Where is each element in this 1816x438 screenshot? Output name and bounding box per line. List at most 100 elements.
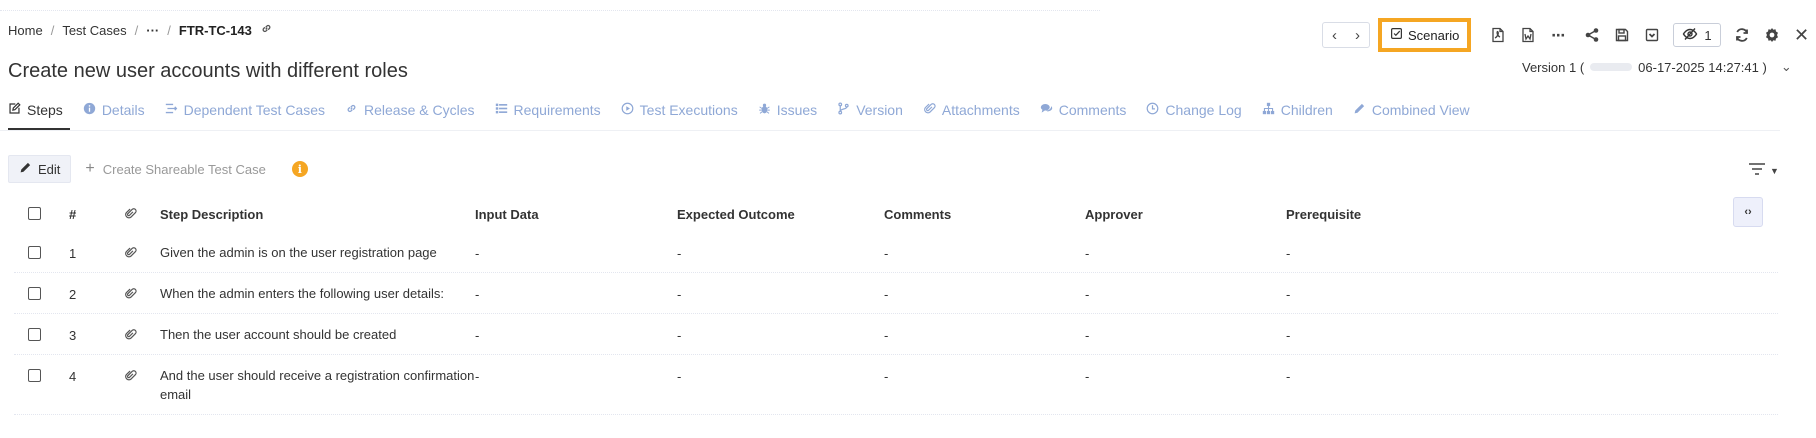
breadcrumb-separator: / bbox=[167, 22, 171, 38]
tab-requirements[interactable]: Requirements bbox=[495, 102, 601, 118]
table-row[interactable]: 1 Given the admin is on the user registr… bbox=[14, 232, 1778, 273]
page-title: Create new user accounts with different … bbox=[8, 60, 408, 82]
tab-change-log[interactable]: Change Log bbox=[1146, 102, 1242, 118]
input-data-cell: - bbox=[475, 246, 480, 261]
approver-cell: - bbox=[1085, 369, 1090, 384]
chevron-down-icon[interactable]: ⌄ bbox=[1781, 59, 1792, 75]
approver-cell: - bbox=[1085, 246, 1090, 261]
plus-icon: + bbox=[85, 160, 95, 177]
comments-icon bbox=[1040, 102, 1053, 118]
watchers-button[interactable]: 1 bbox=[1673, 23, 1721, 47]
step-number: 2 bbox=[69, 287, 77, 302]
column-header-number: # bbox=[69, 207, 77, 222]
column-filter-button[interactable]: ▼ bbox=[1748, 162, 1779, 179]
info-icon[interactable]: i bbox=[291, 161, 308, 177]
step-description: When the admin enters the following user… bbox=[160, 286, 444, 301]
row-checkbox[interactable] bbox=[28, 246, 50, 262]
tab-label: Combined View bbox=[1371, 102, 1470, 118]
share-icon[interactable] bbox=[1577, 22, 1607, 48]
tab-dependent-test-cases[interactable]: Dependent Test Cases bbox=[165, 102, 325, 118]
next-record-button[interactable]: › bbox=[1346, 23, 1369, 47]
tab-label: Dependent Test Cases bbox=[183, 102, 325, 118]
table-row[interactable]: 2 When the admin enters the following us… bbox=[14, 273, 1778, 314]
tab-details[interactable]: Details bbox=[83, 102, 145, 118]
edit-button[interactable]: Edit bbox=[8, 155, 72, 183]
column-header-input-data: Input Data bbox=[475, 207, 539, 222]
paperclip-icon[interactable] bbox=[107, 369, 160, 385]
column-header-expected-outcome: Expected Outcome bbox=[677, 207, 795, 222]
table-header-row: # Step Description Input Data Expected O… bbox=[14, 197, 1778, 232]
tab-comments[interactable]: Comments bbox=[1040, 102, 1127, 118]
pdf-export-icon[interactable] bbox=[1483, 22, 1513, 48]
tab-label: Version bbox=[856, 102, 903, 118]
table-row[interactable]: 4 And the user should receive a registra… bbox=[14, 355, 1778, 415]
pencil-icon bbox=[19, 161, 32, 177]
version-info[interactable]: Version 1 ( 06-17-2025 14:27:41 ) ⌄ bbox=[1522, 59, 1792, 75]
tab-label: Children bbox=[1280, 102, 1333, 118]
tab-version[interactable]: Version bbox=[837, 102, 903, 118]
tab-label: Test Executions bbox=[639, 102, 738, 118]
approver-cell: - bbox=[1085, 328, 1090, 343]
table-row[interactable]: 3 Then the user account should be create… bbox=[14, 314, 1778, 355]
tab-release-cycles[interactable]: Release & Cycles bbox=[345, 102, 475, 118]
breadcrumb-ellipsis[interactable]: ··· bbox=[146, 23, 159, 38]
link-icon bbox=[345, 102, 358, 118]
tab-label: Issues bbox=[776, 102, 818, 118]
play-circle-icon bbox=[621, 102, 634, 118]
link-icon[interactable] bbox=[260, 22, 273, 38]
breadcrumb-test-cases[interactable]: Test Cases bbox=[62, 23, 126, 38]
tab-label: Comments bbox=[1058, 102, 1127, 118]
comments-cell: - bbox=[884, 287, 889, 302]
row-checkbox[interactable] bbox=[28, 369, 50, 385]
paperclip-icon bbox=[107, 207, 160, 223]
tab-test-executions[interactable]: Test Executions bbox=[621, 102, 738, 118]
tab-label: Attachments bbox=[941, 102, 1020, 118]
scenario-button[interactable]: Scenario bbox=[1378, 18, 1472, 52]
archive-icon[interactable] bbox=[1637, 22, 1667, 48]
row-checkbox[interactable] bbox=[28, 328, 50, 344]
breadcrumb: Home / Test Cases / ··· / FTR-TC-143 bbox=[8, 22, 273, 38]
list-icon bbox=[495, 102, 508, 118]
version-author-redacted bbox=[1590, 63, 1633, 71]
column-header-step-description: Step Description bbox=[160, 207, 264, 222]
create-shareable-label: Create Shareable Test Case bbox=[102, 161, 266, 177]
steps-table: # Step Description Input Data Expected O… bbox=[14, 197, 1778, 415]
expected-outcome-cell: - bbox=[677, 246, 682, 261]
breadcrumb-separator: / bbox=[134, 22, 139, 38]
step-number: 4 bbox=[69, 369, 77, 384]
comments-cell: - bbox=[884, 246, 889, 261]
prerequisite-cell: - bbox=[1286, 369, 1291, 384]
prerequisite-cell: - bbox=[1286, 328, 1291, 343]
breadcrumb-current: FTR-TC-143 bbox=[178, 22, 252, 38]
tab-label: Requirements bbox=[513, 102, 601, 118]
tab-children[interactable]: Children bbox=[1262, 102, 1333, 118]
code-view-toggle-button[interactable]: ‹› bbox=[1733, 197, 1763, 227]
breadcrumb-home[interactable]: Home bbox=[8, 23, 43, 38]
paperclip-icon[interactable] bbox=[107, 287, 160, 303]
previous-record-button[interactable]: ‹ bbox=[1323, 23, 1346, 47]
create-shareable-test-case-button[interactable]: + Create Shareable Test Case bbox=[85, 160, 265, 178]
comments-cell: - bbox=[884, 369, 889, 384]
input-data-cell: - bbox=[475, 287, 480, 302]
row-checkbox[interactable] bbox=[28, 287, 50, 303]
edit-label: Edit bbox=[38, 161, 61, 177]
prerequisite-cell: - bbox=[1286, 246, 1291, 261]
tab-bar: Steps Details Dependent Test Cases Relea… bbox=[8, 102, 1490, 118]
tab-combined-view[interactable]: Combined View bbox=[1353, 102, 1470, 118]
paperclip-icon[interactable] bbox=[107, 328, 160, 344]
tab-attachments[interactable]: Attachments bbox=[923, 102, 1020, 118]
save-icon[interactable] bbox=[1607, 22, 1637, 48]
word-export-icon[interactable] bbox=[1513, 22, 1543, 48]
tab-issues[interactable]: Issues bbox=[758, 102, 817, 118]
refresh-icon[interactable] bbox=[1727, 22, 1757, 48]
expected-outcome-cell: - bbox=[677, 287, 682, 302]
more-options-icon[interactable]: ⋯ bbox=[1543, 22, 1573, 48]
step-description: Given the admin is on the user registrat… bbox=[160, 245, 437, 260]
bug-icon bbox=[758, 102, 771, 118]
close-icon[interactable]: ✕ bbox=[1787, 22, 1816, 48]
tab-steps[interactable]: Steps bbox=[8, 102, 63, 118]
paperclip-icon[interactable] bbox=[107, 246, 160, 262]
select-all-checkbox[interactable] bbox=[28, 206, 50, 223]
breadcrumb-separator: / bbox=[50, 22, 55, 38]
settings-gear-icon[interactable] bbox=[1757, 22, 1787, 48]
